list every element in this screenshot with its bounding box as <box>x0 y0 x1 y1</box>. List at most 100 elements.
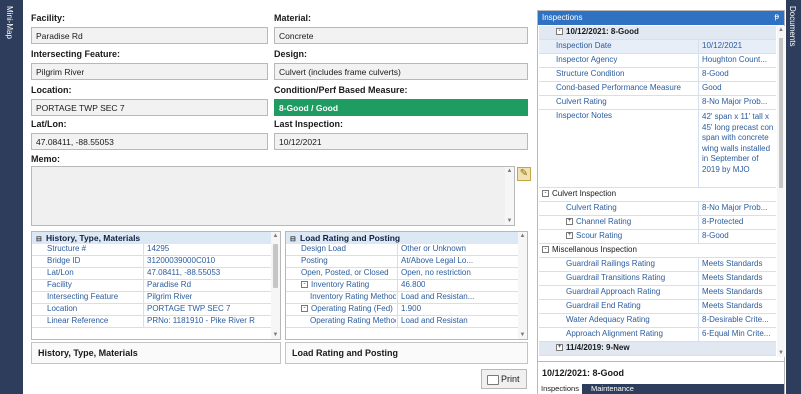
misc-row[interactable]: Guardrail Approach Rating Meets Standards <box>539 286 776 300</box>
collapse-icon[interactable]: - <box>556 28 563 36</box>
intersecting-feature-field[interactable]: Pilgrim River <box>31 63 268 80</box>
row-value: Load and Resistan... <box>397 292 474 304</box>
table-row[interactable]: Facility Paradise Rd <box>32 280 273 292</box>
scroll-thumb[interactable] <box>779 38 783 188</box>
inspection-row[interactable]: Structure Condition 8-Good <box>539 68 776 82</box>
row-key: - Inventory Rating <box>298 280 396 289</box>
design-field[interactable]: Culvert (includes frame culverts) <box>274 63 528 80</box>
history-section-button[interactable]: History, Type, Materials <box>31 342 281 364</box>
misc-group-header[interactable]: - Miscellanous Inspection <box>539 244 776 258</box>
row-key-text: Guardrail Transitions Rating <box>566 273 666 282</box>
table-row[interactable]: Design Load Other or Unknown <box>286 244 527 256</box>
row-key-text: Inventory Rating Method <box>310 292 396 301</box>
collapse-icon[interactable]: - <box>301 305 308 313</box>
intersecting-feature-label: Intersecting Feature: <box>31 49 121 59</box>
scroll-up-icon[interactable]: ▲ <box>505 168 514 174</box>
load-rating-grid[interactable]: ⊟ Load Rating and Posting Design Load Othe… <box>285 231 528 340</box>
load-section-button[interactable]: Load Rating and Posting <box>285 342 528 364</box>
collapse-icon[interactable]: ⊟ <box>290 235 300 243</box>
condition-field[interactable]: 8-Good / Good <box>274 99 528 116</box>
edit-pencil-icon[interactable]: ✎ <box>517 167 531 181</box>
collapse-icon[interactable]: - <box>542 190 549 198</box>
row-value: PRNo: 1181910 - Pike River R <box>143 316 255 328</box>
expand-icon[interactable]: + <box>566 218 573 226</box>
material-field[interactable]: Concrete <box>274 27 528 44</box>
collapse-icon[interactable]: - <box>301 281 308 289</box>
documents-label[interactable]: Documents <box>788 0 797 46</box>
history-scrollbar[interactable]: ▲ ▼ <box>271 232 280 339</box>
scroll-down-icon[interactable]: ▼ <box>777 350 785 356</box>
tab-maintenance[interactable]: Maintenance <box>588 384 637 394</box>
facility-field[interactable]: Paradise Rd <box>31 27 268 44</box>
inspector-notes-row[interactable]: Inspector Notes 42' span x 11' tall x 45'… <box>539 110 776 188</box>
inspections-tree[interactable]: -10/12/2021: 8-Good Inspection Date 10/12/… <box>539 26 776 357</box>
inspection-row[interactable]: Culvert Rating 8-No Major Prob... <box>539 96 776 110</box>
culvert-row[interactable]: + Channel Rating 8-Protected <box>539 216 776 230</box>
culvert-group-header[interactable]: - Culvert Inspection <box>539 188 776 202</box>
collapse-icon[interactable]: ⊟ <box>36 235 46 243</box>
table-row[interactable]: Lat/Lon 47.08411, -88.55053 <box>32 268 273 280</box>
row-key-text: Channel Rating <box>576 217 632 226</box>
inspection-row[interactable]: Cond-based Performance Measure Good <box>539 82 776 96</box>
pin-icon[interactable]: ᵽ <box>775 12 779 21</box>
table-row[interactable]: - Operating Rating (Fed) 1.900 <box>286 304 527 316</box>
memo-scrollbar[interactable]: ▲ ▼ <box>505 167 514 225</box>
table-row[interactable]: Inventory Rating Method Load and Resistan… <box>286 292 527 304</box>
load-scrollbar[interactable]: ▲ ▼ <box>518 232 527 339</box>
table-row[interactable]: Structure # 14295 <box>32 244 273 256</box>
history-grid-header[interactable]: ⊟ History, Type, Materials <box>32 232 280 244</box>
documents-sidebar[interactable]: Documents <box>786 0 801 394</box>
mini-map-label[interactable]: Mini-Map <box>5 0 14 39</box>
memo-textarea[interactable]: ▲ ▼ <box>31 166 515 226</box>
table-row[interactable]: Intersecting Feature Pilgrim River <box>32 292 273 304</box>
latlon-field[interactable]: 47.08411, -88.55053 <box>31 133 268 150</box>
culvert-row[interactable]: Culvert Rating 8-No Major Prob... <box>539 202 776 216</box>
table-row[interactable]: Open, Posted, or Closed Open, no restrict… <box>286 268 527 280</box>
mini-map-sidebar[interactable]: Mini-Map <box>0 0 23 394</box>
inspection-row[interactable]: Inspection Date 10/12/2021 <box>539 40 776 54</box>
print-button[interactable]: Print <box>481 369 527 389</box>
misc-row[interactable]: Guardrail Railings Rating Meets Standards <box>539 258 776 272</box>
row-key-text: Inspection Date <box>556 41 612 50</box>
table-row[interactable]: Operating Rating Method (Fed)Load and Re… <box>286 316 527 328</box>
scroll-up-icon[interactable]: ▲ <box>518 233 527 239</box>
misc-row[interactable]: Water Adequacy Rating 8-Desirable Crite..… <box>539 314 776 328</box>
scroll-down-icon[interactable]: ▼ <box>518 332 527 338</box>
inspections-title: Inspections <box>542 13 583 22</box>
row-key: Guardrail Railings Rating <box>563 258 655 268</box>
collapse-icon[interactable]: - <box>542 246 549 254</box>
inspection-group-header[interactable]: -10/12/2021: 8-Good <box>539 26 776 40</box>
culvert-row[interactable]: + Scour Rating 8-Good <box>539 230 776 244</box>
table-row[interactable]: - Inventory Rating 46.800 <box>286 280 527 292</box>
misc-row[interactable]: Guardrail End Rating Meets Standards <box>539 300 776 314</box>
table-row[interactable]: Posting At/Above Legal Lo... <box>286 256 527 268</box>
history-grid[interactable]: ⊟ History, Type, Materials Structure # 142… <box>31 231 281 340</box>
row-value: Houghton Count... <box>698 54 776 67</box>
table-row[interactable]: Linear Reference PRNo: 1181910 - Pike Riv… <box>32 316 273 328</box>
scroll-up-icon[interactable]: ▲ <box>271 233 280 239</box>
tab-inspections[interactable]: Inspections <box>538 384 582 394</box>
scroll-up-icon[interactable]: ▲ <box>777 27 785 33</box>
table-row[interactable]: Bridge ID 31200039000C010 <box>32 256 273 268</box>
inspection-group-header[interactable]: +11/4/2019: 9-New <box>539 342 776 356</box>
inspections-scrollbar[interactable]: ▲ ▼ <box>777 26 785 357</box>
selected-inspection-label: 10/12/2021: 8-Good <box>538 361 784 383</box>
expand-icon[interactable]: + <box>556 344 563 352</box>
load-grid-header[interactable]: ⊟ Load Rating and Posting <box>286 232 527 244</box>
row-key-text: Guardrail End Rating <box>566 301 641 310</box>
row-key: Facility <box>44 280 142 289</box>
misc-row[interactable]: Guardrail Transitions Rating Meets Standa… <box>539 272 776 286</box>
misc-row[interactable]: Approach Alignment Rating 6-Equal Min Cri… <box>539 328 776 342</box>
table-row[interactable]: Location PORTAGE TWP SEC 7 <box>32 304 273 316</box>
row-value: 14295 <box>143 244 169 256</box>
location-field[interactable]: PORTAGE TWP SEC 7 <box>31 99 268 116</box>
scroll-down-icon[interactable]: ▼ <box>271 332 280 338</box>
scroll-down-icon[interactable]: ▼ <box>505 218 514 224</box>
expand-icon[interactable]: + <box>566 232 573 240</box>
last-inspection-field[interactable]: 10/12/2021 <box>274 133 528 150</box>
inspection-row[interactable]: Inspector Agency Houghton Count... <box>539 54 776 68</box>
row-key-text: 11/4/2019: 9-New <box>566 343 630 352</box>
inspections-title-bar: Inspections ᵽ <box>538 11 784 25</box>
row-value: 10/12/2021 <box>698 40 776 53</box>
scroll-thumb[interactable] <box>273 244 278 288</box>
